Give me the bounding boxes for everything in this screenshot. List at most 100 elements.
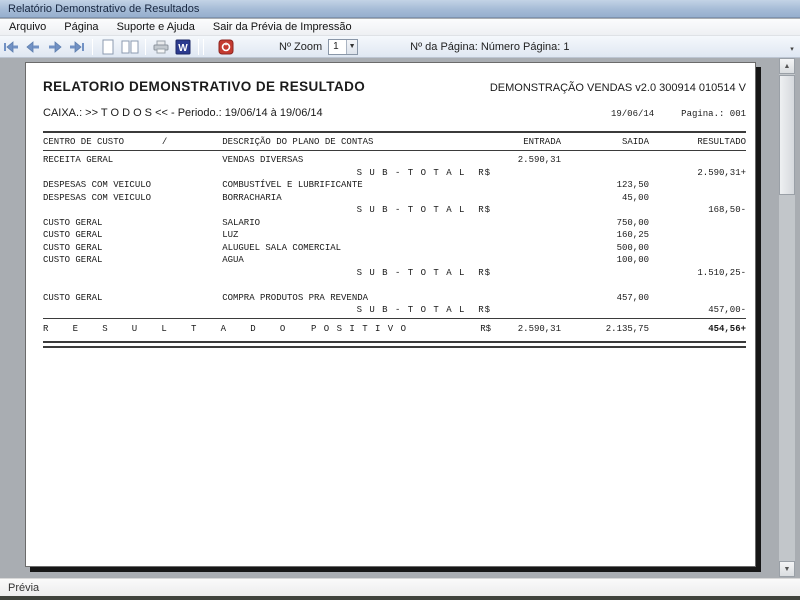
report-cell: 100,00 bbox=[561, 254, 649, 267]
previous-page-button[interactable] bbox=[23, 38, 43, 56]
menu-arquivo[interactable]: Arquivo bbox=[0, 19, 55, 36]
report-cell bbox=[649, 292, 746, 305]
col-resultado: RESULTADO bbox=[649, 137, 746, 147]
export-word-icon: W bbox=[175, 39, 191, 55]
statusbar: Prévia bbox=[0, 578, 800, 596]
report-cell bbox=[649, 179, 746, 192]
toolbar-separator bbox=[92, 39, 93, 55]
report-cell: CUSTO GERAL bbox=[43, 292, 206, 305]
close-preview-icon bbox=[218, 39, 234, 55]
first-page-button[interactable] bbox=[1, 38, 21, 56]
report-cell: CUSTO GERAL bbox=[43, 242, 206, 255]
report-cell: DESPESAS COM VEICULO bbox=[43, 192, 206, 205]
toolbar: W Nº Zoom 1 ▼ Nº da Página: Número Págin… bbox=[0, 36, 800, 58]
report-cell: 457,00 bbox=[561, 292, 649, 305]
report-rule bbox=[43, 131, 746, 133]
report-cell bbox=[491, 179, 561, 192]
report-cell bbox=[491, 292, 561, 305]
toolbar-overflow-button[interactable]: ▾ bbox=[786, 37, 798, 55]
report-cell bbox=[491, 204, 561, 217]
col-descricao: DESCRIÇÃO DO PLANO DE CONTAS bbox=[206, 137, 491, 147]
report-cell bbox=[491, 242, 561, 255]
report-cell bbox=[43, 167, 206, 180]
report-cell bbox=[649, 254, 746, 267]
close-preview-button[interactable] bbox=[216, 38, 236, 56]
col-centro-de-custo: CENTRO DE CUSTO / bbox=[43, 137, 206, 147]
single-page-icon bbox=[101, 39, 115, 55]
col-entrada: ENTRADA bbox=[491, 137, 561, 147]
single-page-button[interactable] bbox=[98, 38, 118, 56]
report-cell: 168,50- bbox=[649, 204, 746, 217]
preview-area: RELATORIO DEMONSTRATIVO DE RESULTADO DEM… bbox=[0, 58, 800, 578]
report-cell bbox=[561, 167, 649, 180]
report-cell: SALARIO bbox=[206, 217, 491, 230]
report-cell: 750,00 bbox=[561, 217, 649, 230]
report-cell bbox=[491, 267, 561, 280]
two-pages-button[interactable] bbox=[120, 38, 140, 56]
menu-sair-da-previa[interactable]: Sair da Prévia de Impressão bbox=[204, 19, 361, 36]
report-cell: 160,25 bbox=[561, 229, 649, 242]
export-word-button[interactable]: W bbox=[173, 38, 193, 56]
app-window: Relatório Demonstrativo de Resultados Ar… bbox=[0, 0, 800, 600]
report-cell bbox=[649, 154, 746, 167]
report-total-row: R E S U L T A D O P O S I T I V O R$ 2.5… bbox=[43, 323, 746, 336]
total-label: R E S U L T A D O bbox=[43, 323, 311, 336]
next-page-icon bbox=[47, 41, 63, 53]
report-cell: 500,00 bbox=[561, 242, 649, 255]
report-double-rule bbox=[43, 341, 746, 348]
window-bottom-edge bbox=[0, 596, 800, 600]
total-entrada: 2.590,31 bbox=[491, 323, 561, 336]
toolbar-separator bbox=[203, 39, 204, 55]
last-page-button[interactable] bbox=[67, 38, 87, 56]
total-sign-label: P O S I T I V O bbox=[311, 323, 449, 336]
report-cell bbox=[491, 254, 561, 267]
zoom-dropdown[interactable]: 1 ▼ bbox=[328, 39, 358, 55]
report-column-header: CENTRO DE CUSTO / DESCRIÇÃO DO PLANO DE … bbox=[43, 137, 746, 147]
report-rule bbox=[43, 150, 746, 151]
report-subtotal-row: S U B - T O T A L R$ 168,50- bbox=[43, 204, 746, 217]
toolbar-separator bbox=[145, 39, 146, 55]
report-cell bbox=[561, 154, 649, 167]
print-icon bbox=[153, 40, 169, 54]
scroll-down-icon[interactable]: ▼ bbox=[779, 561, 795, 577]
report-cell: S U B - T O T A L R$ bbox=[206, 304, 491, 317]
report-cell bbox=[491, 167, 561, 180]
total-saida: 2.135,75 bbox=[561, 323, 649, 336]
total-currency: R$ bbox=[449, 323, 491, 336]
report-cell: VENDAS DIVERSAS bbox=[206, 154, 491, 167]
vertical-scrollbar[interactable]: ▲ ▼ bbox=[779, 58, 795, 577]
titlebar: Relatório Demonstrativo de Resultados bbox=[0, 0, 800, 18]
report-rows: RECEITA GERAL VENDAS DIVERSAS2.590,31S U… bbox=[43, 154, 746, 317]
menu-suporte-e-ajuda[interactable]: Suporte e Ajuda bbox=[108, 19, 204, 36]
report-content: RELATORIO DEMONSTRATIVO DE RESULTADO DEM… bbox=[43, 63, 746, 566]
scroll-up-icon[interactable]: ▲ bbox=[779, 58, 795, 74]
report-cell bbox=[43, 204, 206, 217]
chevron-down-icon: ▼ bbox=[346, 40, 357, 54]
next-page-button[interactable] bbox=[45, 38, 65, 56]
report-row: CUSTO GERAL LUZ160,25 bbox=[43, 229, 746, 242]
print-button[interactable] bbox=[151, 38, 171, 56]
report-subtotal-row: S U B - T O T A L R$2.590,31+ bbox=[43, 167, 746, 180]
report-row: CUSTO GERAL SALARIO750,00 bbox=[43, 217, 746, 230]
report-row: DESPESAS COM VEICULO BORRACHARIA45,00 bbox=[43, 192, 746, 205]
report-cell bbox=[491, 304, 561, 317]
report-cell: S U B - T O T A L R$ bbox=[206, 204, 491, 217]
window-title: Relatório Demonstrativo de Resultados bbox=[8, 3, 199, 15]
report-cell: ALUGUEL SALA COMERCIAL bbox=[206, 242, 491, 255]
report-cell bbox=[649, 229, 746, 242]
report-row: RECEITA GERAL VENDAS DIVERSAS2.590,31 bbox=[43, 154, 746, 167]
total-resultado: 454,56+ bbox=[649, 323, 746, 336]
report-cell: AGUA bbox=[206, 254, 491, 267]
report-cell: 45,00 bbox=[561, 192, 649, 205]
previous-page-icon bbox=[25, 41, 41, 53]
report-title: RELATORIO DEMONSTRATIVO DE RESULTADO bbox=[43, 79, 365, 94]
menu-pagina[interactable]: Página bbox=[55, 19, 107, 36]
col-saida: SAIDA bbox=[561, 137, 649, 147]
report-cell bbox=[649, 217, 746, 230]
report-filter-line: CAIXA.: >> T O D O S << - Periodo.: 19/0… bbox=[43, 107, 323, 119]
report-cell: 1.510,25- bbox=[649, 267, 746, 280]
two-pages-icon bbox=[121, 39, 139, 55]
report-cell: CUSTO GERAL bbox=[43, 229, 206, 242]
report-cell: RECEITA GERAL bbox=[43, 154, 206, 167]
scrollbar-thumb[interactable] bbox=[779, 75, 795, 195]
